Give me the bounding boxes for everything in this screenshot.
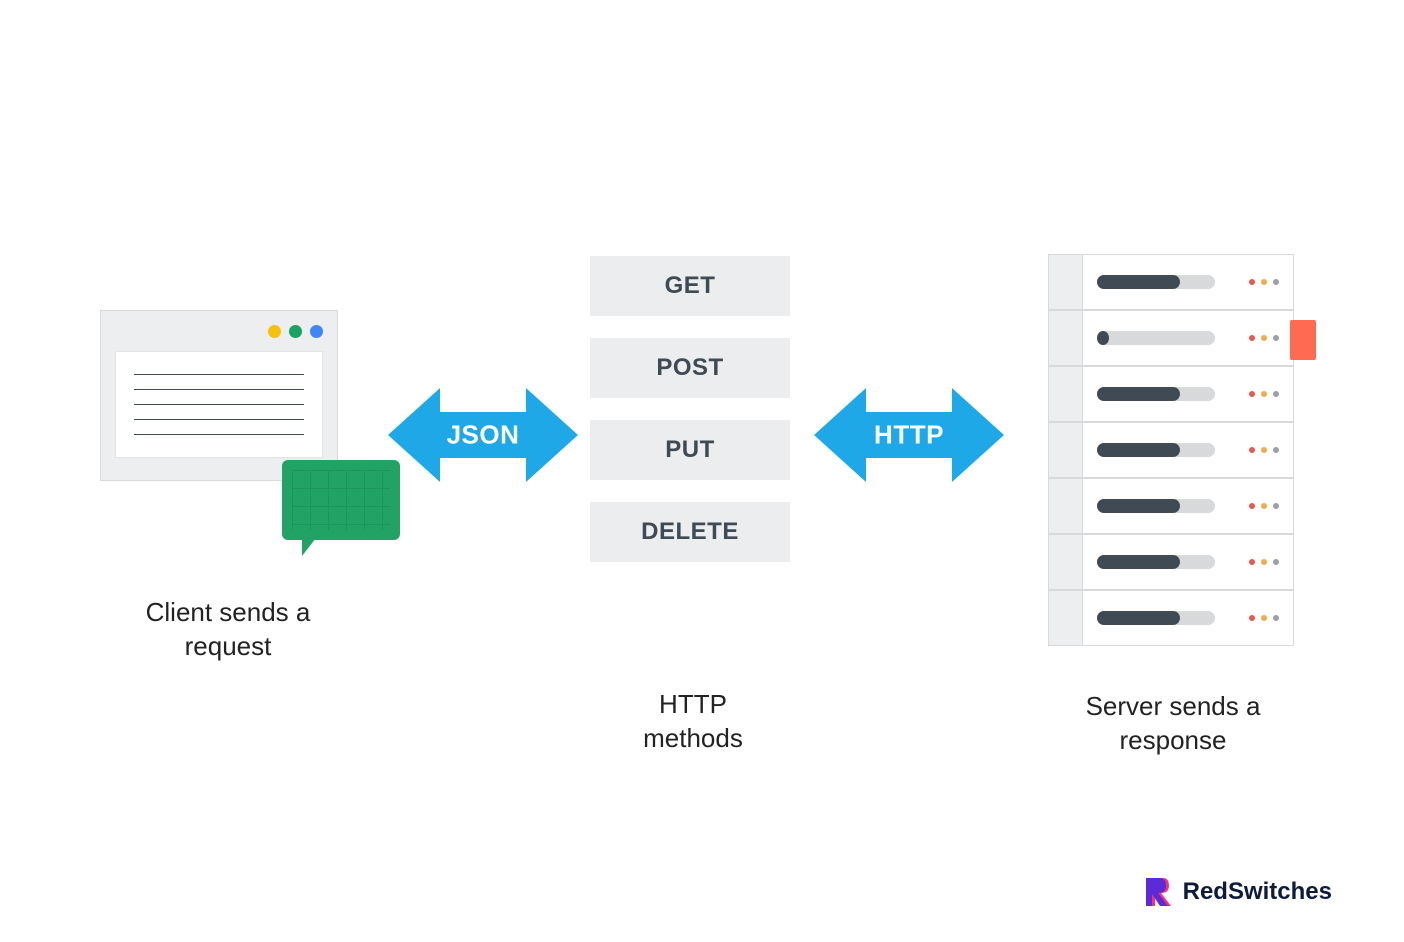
server-rack-icon [1048,254,1294,646]
redswitches-icon [1145,876,1173,908]
http-methods-caption: HTTP methods [618,688,768,756]
brand-logo: RedSwitches [1145,876,1332,908]
window-dot-yellow-icon [268,325,281,338]
window-dot-green-icon [289,325,302,338]
window-dot-blue-icon [310,325,323,338]
diagram-canvas: Client sends a request JSON GET POST PUT… [0,0,1404,942]
server-unit [1048,422,1294,478]
browser-window-icon [100,310,338,481]
http-arrow: HTTP [814,380,1004,490]
json-arrow-label: JSON [447,420,520,451]
http-method-delete: DELETE [590,502,790,562]
http-method-post: POST [590,338,790,398]
http-method-put: PUT [590,420,790,480]
server-unit [1048,254,1294,310]
browser-titlebar [101,311,337,351]
http-method-get: GET [590,256,790,316]
server-unit [1048,366,1294,422]
server-unit [1048,534,1294,590]
client-block [100,310,338,481]
browser-body [115,351,323,458]
server-unit [1048,478,1294,534]
json-arrow: JSON [388,380,578,490]
http-methods-list: GET POST PUT DELETE [590,256,790,562]
brand-name: RedSwitches [1183,878,1332,906]
server-unit [1048,310,1294,366]
server-caption: Server sends a response [1058,690,1288,758]
client-caption: Client sends a request [118,596,338,664]
http-arrow-label: HTTP [874,420,944,451]
server-tag-icon [1290,320,1316,360]
server-unit [1048,590,1294,646]
chat-bubble-icon [282,460,400,540]
